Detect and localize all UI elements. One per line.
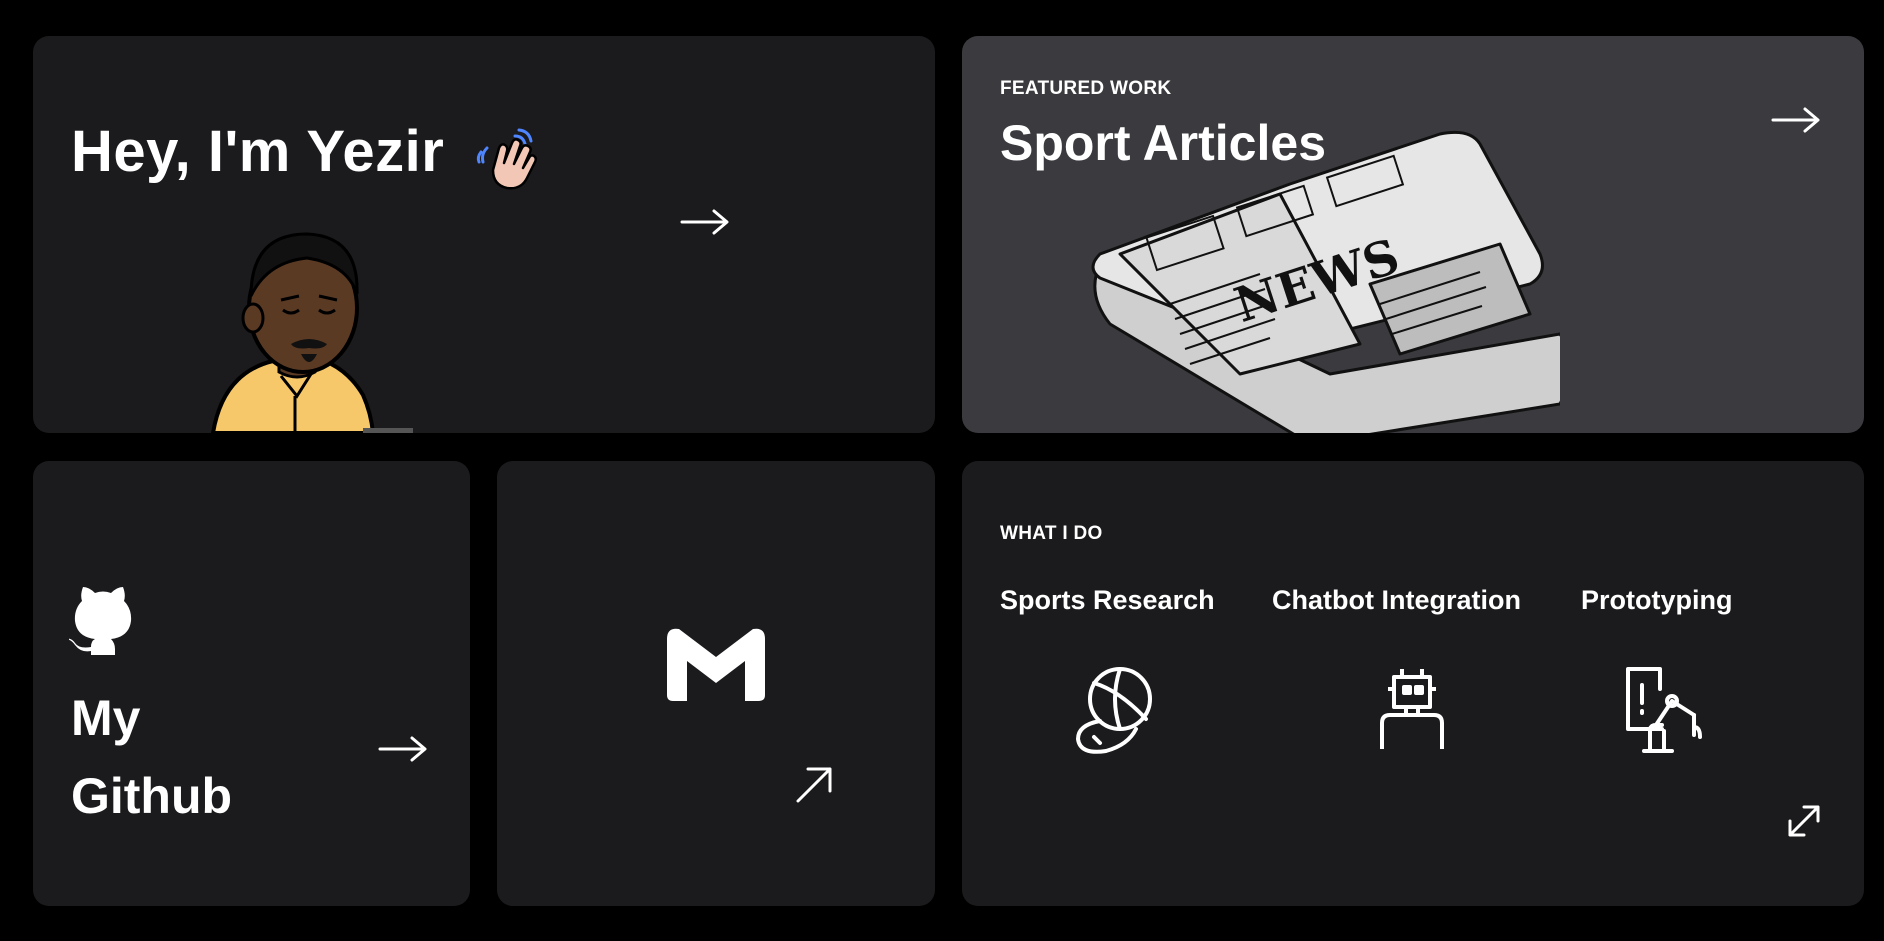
services-eyebrow: WHAT I DO bbox=[1000, 523, 1103, 544]
intro-arrow-button[interactable] bbox=[680, 208, 730, 236]
arrow-right-icon bbox=[378, 736, 427, 762]
service-sports-research: Sports Research bbox=[1000, 585, 1215, 616]
github-title: My Github bbox=[71, 679, 271, 835]
avatar-illustration bbox=[210, 232, 413, 433]
email-arrow-button[interactable] bbox=[794, 765, 834, 805]
prototyping-icon bbox=[1626, 667, 1702, 753]
what-i-do-card[interactable]: WHAT I DO Sports Research Chatbot Integr… bbox=[962, 461, 1864, 906]
robot-icon bbox=[1380, 669, 1444, 749]
services-expand-button[interactable] bbox=[1786, 803, 1822, 839]
intro-title: Hey, I'm Yezir bbox=[71, 119, 445, 184]
service-label: Chatbot Integration bbox=[1272, 585, 1521, 615]
waving-hand-icon bbox=[476, 128, 538, 190]
sports-balls-icon bbox=[1075, 667, 1152, 754]
featured-eyebrow: FEATURED WORK bbox=[1000, 78, 1172, 99]
github-title-line1: My bbox=[71, 690, 141, 746]
github-title-line2: Github bbox=[71, 768, 233, 824]
github-arrow-button[interactable] bbox=[378, 735, 428, 763]
github-card[interactable]: My Github bbox=[33, 461, 470, 906]
arrow-right-icon bbox=[680, 209, 729, 235]
service-chatbot-integration: Chatbot Integration bbox=[1272, 585, 1521, 616]
email-card[interactable] bbox=[497, 461, 935, 906]
service-label: Sports Research bbox=[1000, 585, 1215, 615]
service-prototyping: Prototyping bbox=[1581, 585, 1732, 616]
github-icon bbox=[69, 587, 132, 655]
intro-card[interactable]: Hey, I'm Yezir bbox=[33, 36, 935, 433]
arrow-up-right-icon bbox=[796, 767, 832, 803]
expand-diagonal-icon bbox=[1788, 805, 1820, 837]
featured-arrow-button[interactable] bbox=[1771, 106, 1821, 134]
service-label: Prototyping bbox=[1581, 585, 1733, 615]
newspaper-illustration: NEWS bbox=[1091, 130, 1560, 433]
gmail-icon bbox=[667, 628, 765, 701]
arrow-right-icon bbox=[1771, 107, 1820, 133]
featured-work-card[interactable]: FEATURED WORK Sport Articles NEWS bbox=[962, 36, 1864, 433]
